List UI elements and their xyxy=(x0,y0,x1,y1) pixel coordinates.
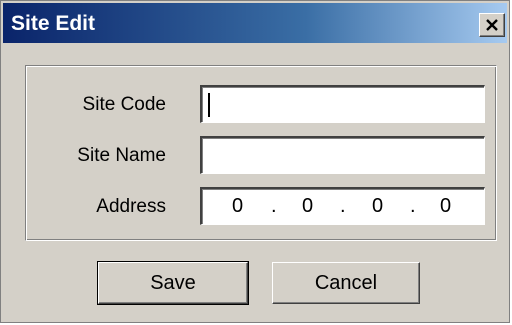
address-ip-input[interactable]: 0 . 0 . 0 . 0 xyxy=(200,187,485,225)
ip-octet-4[interactable]: 0 xyxy=(440,195,451,218)
site-code-label: Site Code xyxy=(82,94,166,115)
ip-octets: 0 . 0 . 0 . 0 xyxy=(202,189,484,224)
ip-octet-3[interactable]: 0 xyxy=(372,195,383,218)
save-button[interactable]: Save xyxy=(97,261,249,305)
window-title: Site Edit xyxy=(11,12,96,35)
ip-dot-3: . xyxy=(410,195,416,217)
site-code-input[interactable] xyxy=(200,85,485,123)
address-label: Address xyxy=(96,196,166,217)
close-icon xyxy=(486,19,498,31)
ip-dot-2: . xyxy=(340,195,346,217)
text-caret xyxy=(208,93,210,117)
site-name-label: Site Name xyxy=(77,145,166,166)
ip-octet-2[interactable]: 0 xyxy=(302,195,313,218)
site-name-input[interactable] xyxy=(200,136,485,174)
title-bar[interactable]: Site Edit xyxy=(3,3,507,43)
site-name-value xyxy=(210,144,492,179)
site-code-value xyxy=(214,93,496,128)
cancel-button[interactable]: Cancel xyxy=(272,262,420,304)
ip-dot-1: . xyxy=(271,195,277,217)
ip-octet-1[interactable]: 0 xyxy=(232,195,243,218)
close-button[interactable] xyxy=(479,13,505,37)
site-edit-dialog: Site Edit Site Code Site Name Address 0 … xyxy=(0,0,510,323)
